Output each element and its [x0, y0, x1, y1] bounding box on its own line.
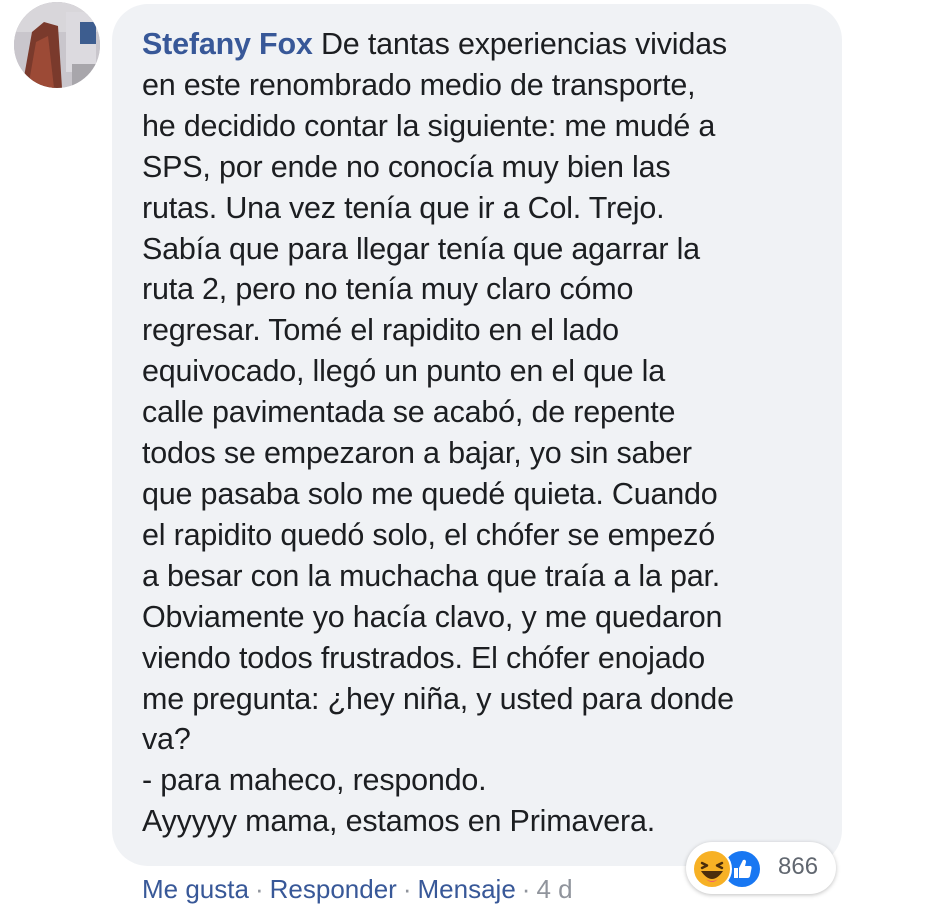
comment-actions: Me gusta · Responder · Mensaje · 4 d [142, 870, 573, 908]
comment-line: regresar. Tomé el rapidito en el lado [142, 313, 619, 348]
comment-line: va? [142, 722, 191, 757]
comment-line: viendo todos frustrados. El chófer enoja… [142, 640, 705, 675]
comment-line: me pregunta: ¿hey niña, y usted para don… [142, 681, 734, 716]
comment-line: Ayyyyy mama, estamos en Primavera. [142, 804, 655, 839]
comment-line: ruta 2, pero no tenía muy claro cómo [142, 272, 634, 307]
avatar[interactable] [14, 2, 100, 88]
comment-line: De tantas experiencias vividas [312, 27, 727, 61]
comment-line: SPS, por ende no conocía muy bien las [142, 149, 671, 184]
comment-line: he decidido contar la siguiente: me mudé… [142, 108, 716, 143]
comment-line: Obviamente yo hacía clavo, y me quedaron [142, 599, 723, 634]
comment-line: a besar con la muchacha que traía a la p… [142, 558, 721, 593]
like-link[interactable]: Me gusta [142, 874, 249, 904]
message-link[interactable]: Mensaje [418, 874, 516, 904]
reactions-summary[interactable]: 866 [686, 842, 836, 894]
comment-line: en este renombrado medio de transporte, [142, 67, 696, 102]
comment-line: calle pavimentada se acabó, de repente [142, 395, 676, 430]
comment-line: rutas. Una vez tenía que ir a Col. Trejo… [142, 190, 665, 225]
action-separator: · [402, 874, 412, 904]
action-separator: · [521, 874, 531, 904]
comment-line: equivocado, llegó un punto en el que la [142, 354, 665, 389]
reply-link[interactable]: Responder [270, 874, 397, 904]
comment-body: Stefany Fox De tantas experiencias vivid… [142, 24, 832, 842]
comment-line: Sabía que para llegar tenía que agarrar … [142, 231, 700, 266]
comment-line: el rapidito quedó solo, el chófer se emp… [142, 517, 715, 552]
comment-author-link[interactable]: Stefany Fox [142, 27, 313, 61]
comment-line: todos se empezaron a bajar, yo sin saber [142, 436, 692, 471]
haha-icon [692, 849, 732, 889]
comment-line: - para maheco, respondo. [142, 763, 487, 798]
timestamp-link[interactable]: 4 d [536, 874, 572, 904]
action-separator: · [254, 874, 264, 904]
comment-line: que pasaba solo me quedé quieta. Cuando [142, 476, 718, 511]
reaction-count: 866 [778, 853, 819, 880]
avatar-photo [14, 2, 100, 88]
